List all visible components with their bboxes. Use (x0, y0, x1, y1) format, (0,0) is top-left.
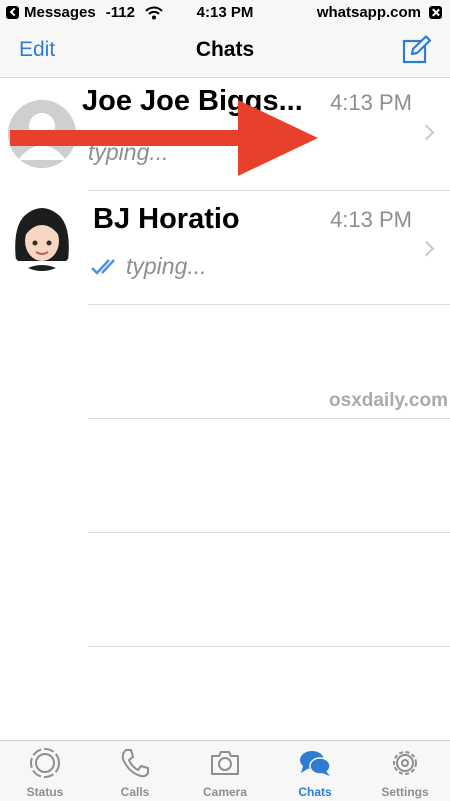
page-title: Chats (195, 38, 255, 61)
tab-settings[interactable]: Settings (360, 741, 450, 801)
tab-bar: Status Calls Camera Chats Settings (0, 740, 450, 801)
row-divider (88, 418, 450, 419)
chat-name: BJ Horatio (93, 203, 240, 235)
phone-icon (121, 749, 149, 778)
tab-label: Settings (381, 785, 429, 799)
tab-chats[interactable]: Chats (270, 741, 360, 801)
tab-camera[interactable]: Camera (180, 741, 270, 801)
tab-label: Chats (298, 785, 332, 799)
tab-calls[interactable]: Calls (90, 741, 180, 801)
url-label: whatsapp.com (316, 4, 421, 21)
close-icon (429, 6, 442, 19)
row-divider (88, 532, 450, 533)
source-url[interactable]: whatsapp.com (317, 4, 442, 21)
row-divider (88, 304, 450, 305)
chat-time: 4:13 PM (330, 90, 412, 115)
chevron-right-icon (418, 240, 435, 257)
chats-icon (300, 751, 331, 776)
chat-row-joe-joe-biggs[interactable]: Joe Joe Biggs... 4:13 PM typing... (0, 77, 450, 191)
woman-emoji-avatar (8, 203, 76, 271)
tab-label: Calls (120, 785, 150, 799)
chevron-right-icon (418, 124, 435, 141)
compose-icon[interactable] (402, 35, 432, 65)
double-check-icon (91, 258, 115, 275)
status-icon (30, 748, 60, 778)
chat-time: 4:13 PM (330, 207, 412, 232)
row-divider (88, 646, 450, 647)
default-avatar-icon (8, 100, 76, 168)
watermark: osxdaily.com (329, 390, 448, 411)
tab-label: Status (26, 785, 64, 799)
status-bar: Messages -112 4:13 PM whatsapp.com (0, 0, 450, 26)
chat-preview: typing... (88, 139, 169, 166)
typing-status: typing... (88, 139, 169, 165)
chat-preview: typing... (90, 253, 207, 280)
chat-row-bj-horatio[interactable]: BJ Horatio 4:13 PM typing... (0, 191, 450, 305)
tab-status[interactable]: Status (0, 741, 90, 801)
camera-icon (211, 751, 239, 775)
chat-name: Joe Joe Biggs... (82, 85, 303, 117)
tab-label: Camera (202, 785, 248, 799)
edit-button[interactable]: Edit (19, 38, 55, 62)
nav-bar: Edit Chats (0, 26, 450, 78)
gear-icon (393, 751, 417, 775)
typing-status: typing... (126, 253, 207, 279)
